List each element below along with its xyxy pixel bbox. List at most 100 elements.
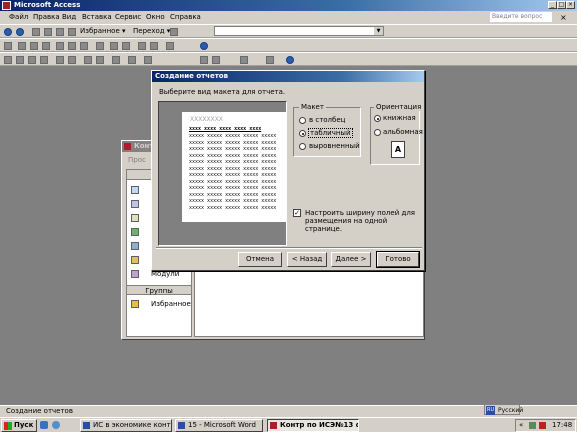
dialog-title-bar[interactable]: Создание отчетов bbox=[152, 71, 424, 82]
status-text: Создание отчетов bbox=[6, 407, 73, 415]
sort-icon[interactable] bbox=[110, 42, 118, 50]
back-icon[interactable] bbox=[4, 28, 12, 36]
fit-fields-checkbox[interactable]: ✓ bbox=[293, 209, 301, 217]
stop-icon[interactable] bbox=[32, 28, 40, 36]
address-combo[interactable]: ▼ bbox=[214, 26, 384, 36]
report-wizard-dialog: Создание отчетов Выберите вид макета для… bbox=[151, 70, 425, 271]
system-tray: « 17:48 bbox=[515, 419, 576, 432]
preview-data-row: xxxxx xxxxx xxxxx xxxxx xxxxx bbox=[189, 133, 277, 139]
landscape-label[interactable]: альбомная bbox=[383, 128, 423, 136]
preview-data-row: xxxxx xxxxx xxxxx xxxxx xxxxx bbox=[189, 204, 277, 211]
home-icon[interactable] bbox=[56, 28, 64, 36]
search-web-icon[interactable] bbox=[68, 28, 76, 36]
copy-db-icon[interactable] bbox=[96, 56, 104, 64]
preview-button[interactable]: Прос bbox=[128, 156, 146, 164]
sum-icon[interactable] bbox=[122, 42, 130, 50]
help-icon[interactable] bbox=[200, 42, 208, 50]
print-icon[interactable] bbox=[30, 42, 38, 50]
undo-icon[interactable] bbox=[96, 42, 104, 50]
layout-justified-label[interactable]: выровненный bbox=[309, 142, 360, 150]
refresh-icon[interactable] bbox=[44, 28, 52, 36]
word-icon bbox=[83, 422, 90, 429]
security-icon[interactable] bbox=[539, 422, 546, 429]
chevron-down-icon[interactable]: ▼ bbox=[374, 27, 383, 35]
minimize-icon[interactable]: _ bbox=[548, 1, 557, 9]
layout-columnar-radio[interactable] bbox=[299, 117, 306, 124]
clock[interactable]: 17:48 bbox=[552, 420, 572, 431]
save-icon[interactable] bbox=[18, 42, 26, 50]
groups-header[interactable]: Группы bbox=[127, 285, 191, 295]
view-icon[interactable] bbox=[4, 42, 12, 50]
new-object-icon[interactable] bbox=[266, 56, 274, 64]
menu-view[interactable]: Вид bbox=[62, 13, 76, 21]
finish-button[interactable]: Готово bbox=[376, 251, 420, 268]
menu-insert[interactable]: Вставка bbox=[82, 13, 112, 21]
analyze-icon[interactable] bbox=[144, 56, 152, 64]
office-links-icon[interactable] bbox=[128, 56, 136, 64]
goto-menu[interactable]: Переход ▾ bbox=[133, 27, 170, 35]
cancel-button[interactable]: Отмена bbox=[238, 252, 282, 267]
layout-columnar-label[interactable]: в столбец bbox=[309, 116, 345, 124]
module-icon bbox=[131, 270, 139, 278]
menu-file[interactable]: Файл bbox=[9, 13, 28, 21]
filter-icon[interactable] bbox=[138, 42, 146, 50]
new-icon[interactable] bbox=[4, 56, 12, 64]
macro-icon bbox=[131, 256, 139, 264]
copy-icon[interactable] bbox=[68, 42, 76, 50]
db-window-icon[interactable] bbox=[166, 42, 174, 50]
next-button[interactable]: Далее > bbox=[331, 252, 371, 267]
network-icon[interactable] bbox=[529, 422, 536, 429]
task-access-db[interactable]: Контр по ИСЭ№13 d... bbox=[267, 419, 359, 432]
maximize-icon[interactable]: □ bbox=[557, 1, 566, 9]
portrait-label[interactable]: книжная bbox=[383, 114, 416, 122]
cut-icon[interactable] bbox=[56, 42, 64, 50]
paste-icon[interactable] bbox=[80, 42, 88, 50]
forward-icon[interactable] bbox=[16, 28, 24, 36]
show-web-toolbar-icon[interactable] bbox=[170, 28, 178, 36]
layout-tabular-label[interactable]: табличный bbox=[308, 128, 353, 138]
menu-window[interactable]: Окно bbox=[146, 13, 165, 21]
preview-icon[interactable] bbox=[42, 42, 50, 50]
close-icon[interactable]: × bbox=[566, 1, 575, 9]
layout-tabular-radio[interactable] bbox=[299, 130, 306, 137]
spelling-icon[interactable] bbox=[68, 56, 76, 64]
field-list-icon[interactable] bbox=[150, 42, 158, 50]
taskbar: Пуск ИС в экономике контро... 15 - Micro… bbox=[0, 417, 577, 432]
menu-tools[interactable]: Сервис bbox=[115, 13, 141, 21]
favorites-folder-icon bbox=[131, 300, 139, 308]
menu-help[interactable]: Справка bbox=[170, 13, 201, 21]
landscape-radio[interactable] bbox=[374, 129, 381, 136]
back-button[interactable]: < Назад bbox=[287, 252, 327, 267]
word-icon bbox=[178, 422, 185, 429]
help-db-icon[interactable] bbox=[286, 56, 294, 64]
properties-icon[interactable] bbox=[212, 56, 220, 64]
start-button[interactable]: Пуск bbox=[1, 419, 37, 432]
print-db-icon[interactable] bbox=[56, 56, 64, 64]
menu-edit[interactable]: Правка bbox=[33, 13, 60, 21]
cut-db-icon[interactable] bbox=[84, 56, 92, 64]
favorites-menu[interactable]: Избранное ▾ bbox=[80, 27, 126, 35]
save-db-icon[interactable] bbox=[28, 56, 36, 64]
open-icon[interactable] bbox=[16, 56, 24, 64]
task-word-doc-2[interactable]: 15 - Microsoft Word bbox=[175, 419, 263, 432]
outlook-quicklaunch-icon[interactable] bbox=[52, 421, 60, 429]
document-close-icon[interactable]: × bbox=[560, 13, 567, 22]
portrait-radio[interactable] bbox=[374, 115, 381, 122]
app-title: Microsoft Access bbox=[14, 1, 81, 9]
ie-quicklaunch-icon[interactable] bbox=[40, 421, 48, 429]
tray-chevron-icon[interactable]: « bbox=[519, 420, 523, 431]
help-search-input[interactable]: Введите вопрос bbox=[490, 12, 552, 22]
code-icon[interactable] bbox=[200, 56, 208, 64]
access-key-icon[interactable] bbox=[2, 1, 11, 10]
undo-db-icon[interactable] bbox=[112, 56, 120, 64]
preview-data-row: xxxxx xxxxx xxxxx xxxxx xxxxx bbox=[189, 165, 277, 172]
fit-fields-label[interactable]: Настроить ширину полей для размещения на… bbox=[305, 209, 421, 233]
query-icon bbox=[131, 200, 139, 208]
layout-justified-radio[interactable] bbox=[299, 143, 306, 150]
relationships-icon[interactable] bbox=[240, 56, 248, 64]
sidebar-item-favorites[interactable]: Избранное bbox=[151, 299, 191, 309]
task-word-doc-1[interactable]: ИС в экономике контро... bbox=[80, 419, 172, 432]
search-icon[interactable] bbox=[40, 56, 48, 64]
language-bar[interactable]: RU Русский bbox=[484, 404, 523, 415]
windows-logo-icon bbox=[4, 422, 12, 430]
